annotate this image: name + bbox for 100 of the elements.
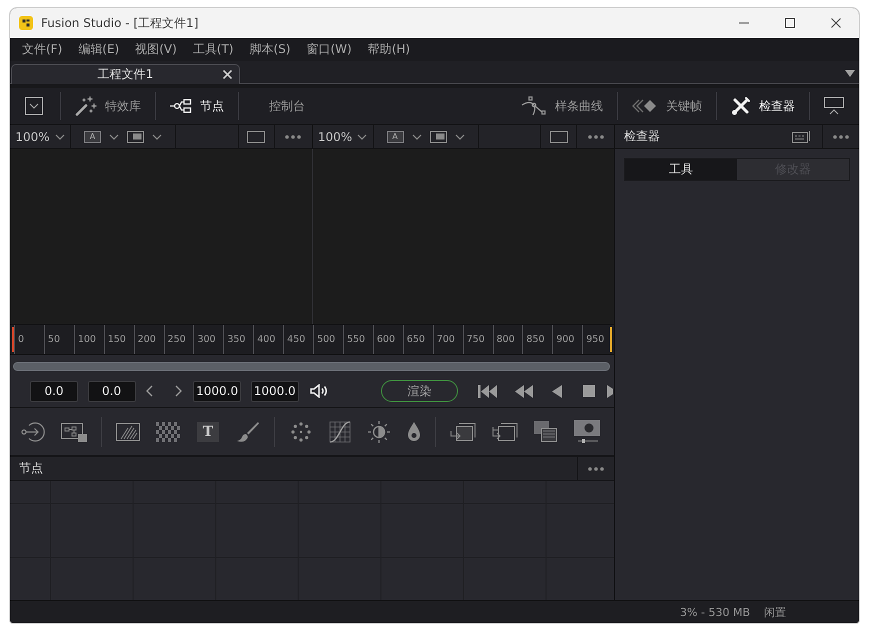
time-field[interactable]: 0.0 — [88, 380, 136, 402]
channel-button[interactable]: A — [386, 130, 404, 142]
ruler-label: 350 — [227, 334, 246, 345]
more-icon[interactable] — [588, 466, 604, 470]
start-marker-icon[interactable] — [12, 327, 14, 352]
toolbar-button[interactable]: 样条曲线 — [507, 88, 617, 124]
toolbar-button[interactable]: 关键帧 — [618, 88, 716, 124]
chevron-right-icon[interactable] — [175, 385, 182, 397]
ruler-label: 700 — [436, 334, 455, 345]
ruler-label: 600 — [376, 334, 396, 345]
render-button[interactable]: 渲染 — [380, 380, 458, 402]
menu-item[interactable]: 窗口(W) — [298, 41, 360, 58]
app-logo-icon — [19, 16, 33, 30]
ruler-label: 300 — [197, 334, 216, 345]
menu-item[interactable]: 编辑(E) — [70, 41, 128, 58]
rectangle-icon[interactable] — [550, 130, 568, 142]
inspector-tab[interactable]: 工具 — [625, 159, 737, 180]
close-icon[interactable] — [831, 18, 841, 28]
time-field[interactable]: 0.0 — [30, 380, 78, 402]
rectangle-icon[interactable] — [247, 130, 265, 142]
ruler-label: 400 — [257, 334, 276, 345]
noise-icon[interactable] — [156, 422, 180, 442]
tools-icon — [731, 96, 751, 116]
end-marker-icon[interactable] — [610, 327, 612, 352]
channel-button[interactable]: A — [84, 130, 101, 142]
ruler-label: 550 — [346, 334, 366, 345]
toolbar-button[interactable]: 节点 — [156, 88, 238, 124]
ruler-label: 900 — [556, 334, 574, 345]
frames-arrow-icon[interactable] — [450, 420, 476, 442]
diamonds-icon — [632, 99, 658, 113]
chevron-down-icon[interactable] — [412, 134, 422, 140]
monitor-icon[interactable] — [430, 130, 446, 142]
menu-item[interactable]: 视图(V) — [127, 41, 185, 58]
arrow-circle-icon[interactable] — [21, 420, 45, 444]
time-field[interactable]: 1000.0 — [193, 380, 242, 402]
timeline-ruler[interactable]: 0 50 100 150 200 250 300 350 400 450 500 550 600 650 700 750 800 850 900 950 — [10, 324, 614, 355]
status-text: 闲置 — [764, 604, 786, 620]
timeline-scrollbar[interactable] — [13, 362, 610, 371]
chevron-down-icon[interactable] — [454, 134, 464, 140]
panel-title: 检查器 — [623, 128, 661, 145]
skip-to-start-icon[interactable] — [478, 384, 498, 398]
maximize-icon[interactable] — [785, 18, 795, 28]
menu-item[interactable]: 脚本(S) — [242, 41, 298, 58]
ruler-label: 150 — [108, 334, 126, 345]
menu-item[interactable]: 工具(T) — [184, 41, 242, 58]
window-title: Fusion Studio - [工程文件1] — [41, 14, 198, 32]
more-icon[interactable] — [833, 134, 849, 138]
zoom-dropdown[interactable]: 100% — [318, 130, 368, 144]
chevron-left-icon[interactable] — [146, 385, 154, 397]
chevron-down-icon[interactable] — [357, 134, 368, 140]
caret-down-icon[interactable] — [845, 70, 855, 77]
ruler-label: 500 — [317, 334, 336, 345]
ruler-label: 450 — [287, 334, 306, 345]
brightness-icon[interactable] — [367, 420, 391, 444]
speaker-icon[interactable] — [310, 384, 328, 398]
reverse-play-icon[interactable] — [552, 384, 562, 398]
chevron-down-icon[interactable] — [54, 134, 65, 140]
ruler-label: 250 — [168, 334, 186, 345]
node-graph-icon — [170, 99, 192, 113]
screen-caret-icon[interactable] — [824, 97, 844, 115]
more-icon[interactable] — [588, 134, 604, 138]
ruler-label: 50 — [48, 334, 60, 345]
play-icon[interactable] — [606, 384, 613, 398]
screen-slider-icon[interactable] — [574, 420, 600, 444]
node-canvas[interactable] — [10, 481, 614, 600]
chevron-down-icon[interactable] — [109, 134, 119, 140]
curve-grid-icon[interactable] — [329, 420, 351, 442]
dots-ring-icon[interactable] — [289, 420, 313, 444]
menu-item[interactable]: 帮助(H) — [360, 41, 418, 58]
menu-item[interactable]: 文件(F) — [14, 41, 70, 58]
ruler-label: 850 — [526, 334, 545, 345]
monitor-icon[interactable] — [127, 130, 144, 142]
ruler-label: 750 — [466, 334, 485, 345]
chevron-down-icon[interactable] — [152, 134, 162, 140]
ruler-label: 650 — [406, 334, 425, 345]
ruler-label: 200 — [138, 334, 156, 345]
ruler-label: 800 — [496, 334, 515, 345]
dropdown-box-icon[interactable] — [25, 97, 43, 115]
toolbar-button[interactable]: 检查器 — [717, 88, 809, 124]
layers-icon[interactable] — [534, 420, 558, 442]
minimize-icon[interactable] — [739, 22, 749, 24]
ruler-label: 950 — [586, 334, 604, 345]
panel-icon[interactable] — [792, 130, 810, 142]
gradient-icon[interactable] — [116, 422, 140, 442]
zoom-dropdown[interactable]: 100% — [15, 130, 65, 144]
memory-usage: 3% - 530 MB — [680, 606, 750, 618]
rewind-icon[interactable] — [514, 384, 533, 398]
drop-icon[interactable] — [407, 422, 421, 442]
document-tab[interactable]: 工程文件1 — [11, 64, 240, 84]
stop-icon[interactable] — [582, 385, 595, 397]
more-icon[interactable] — [285, 134, 301, 138]
toolbar-button[interactable]: 特效库 — [61, 88, 155, 124]
panel-title: 节点 — [18, 460, 44, 477]
node-boxes-icon[interactable] — [61, 420, 87, 442]
time-field[interactable]: 1000.0 — [250, 380, 299, 402]
frames-merge-icon[interactable] — [492, 420, 518, 442]
ruler-label: 0 — [18, 334, 24, 345]
text-tool-button[interactable]: T — [197, 422, 219, 442]
toolbar-button[interactable]: 控制台 — [239, 88, 335, 124]
brush-icon[interactable] — [236, 420, 260, 444]
